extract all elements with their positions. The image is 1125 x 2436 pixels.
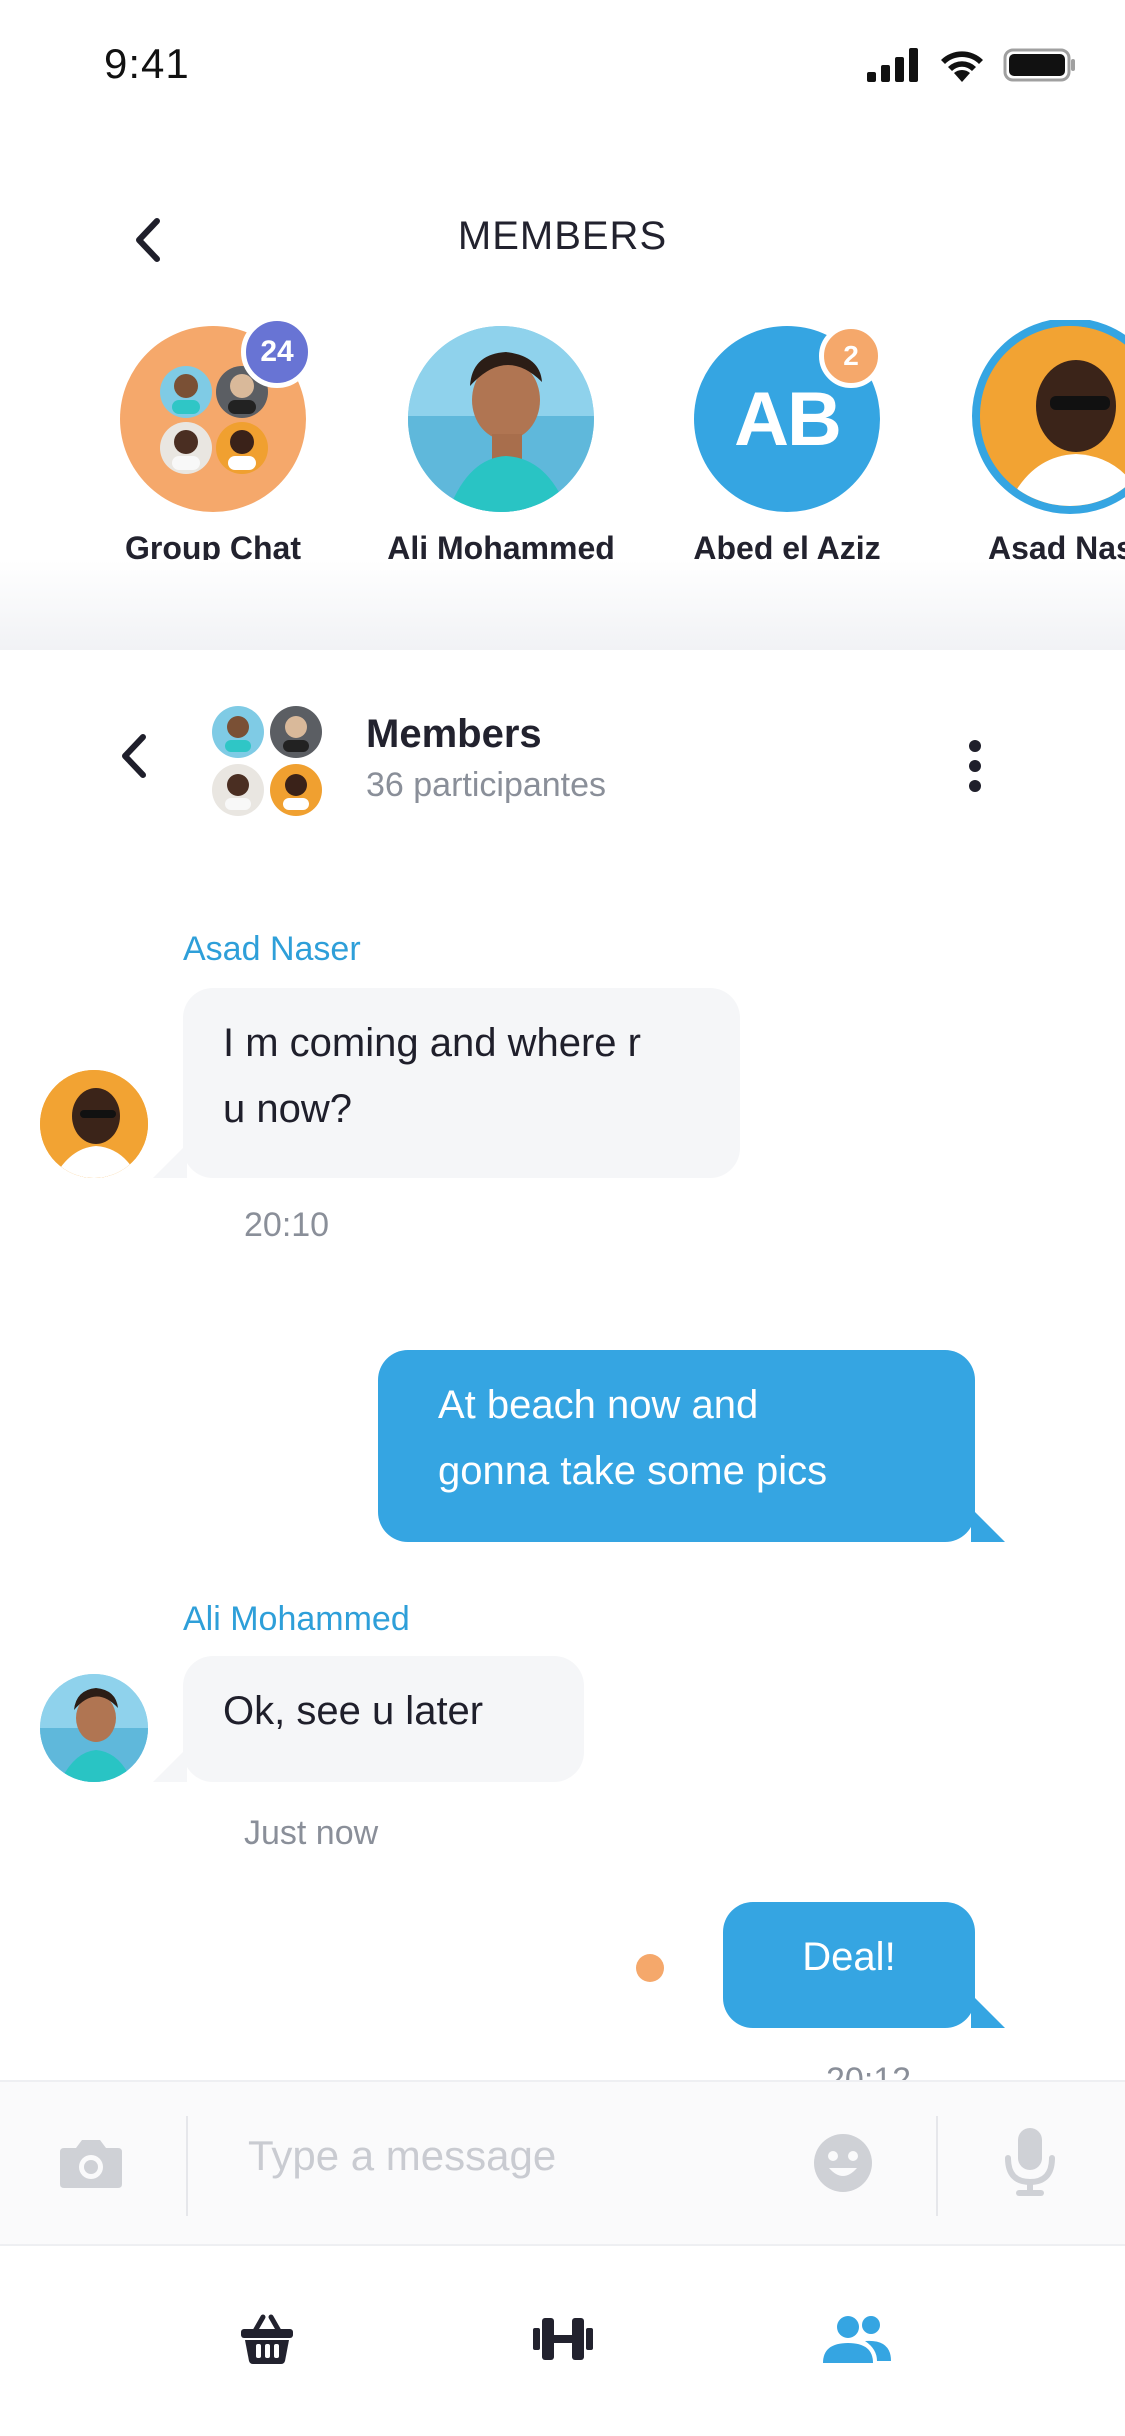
unread-badge: 24 bbox=[241, 320, 313, 388]
message-time: 20:10 bbox=[244, 1206, 330, 1244]
avatar-initials: AB bbox=[734, 376, 842, 462]
battery-icon bbox=[1003, 48, 1075, 82]
chevron-left-icon bbox=[122, 734, 146, 778]
section-divider bbox=[0, 560, 1125, 650]
chat-title: Members bbox=[366, 712, 542, 756]
message-line: gonna take some pics bbox=[438, 1449, 828, 1493]
wifi-icon bbox=[941, 51, 983, 82]
chat-back-button[interactable] bbox=[104, 726, 164, 786]
status-bar: 9:41 bbox=[0, 0, 1125, 132]
people-icon bbox=[823, 2316, 891, 2363]
avatar bbox=[40, 1070, 148, 1178]
status-time: 9:41 bbox=[104, 40, 190, 87]
avatar bbox=[972, 320, 1125, 514]
sender-name: Asad Naser bbox=[183, 930, 361, 968]
camera-icon bbox=[60, 2140, 122, 2188]
separator bbox=[186, 2116, 188, 2216]
page-title: MEMBERS bbox=[457, 214, 668, 258]
unread-badge: 2 bbox=[819, 324, 883, 388]
participant-count: 36 participantes bbox=[366, 766, 607, 804]
avatar bbox=[408, 326, 594, 512]
separator bbox=[936, 2116, 938, 2216]
signal-icon bbox=[867, 48, 918, 82]
members-header: MEMBERS bbox=[0, 190, 1125, 290]
avatar bbox=[40, 1674, 148, 1782]
microphone-icon bbox=[1005, 2128, 1055, 2196]
more-vertical-icon bbox=[969, 740, 981, 792]
sending-indicator bbox=[636, 1954, 664, 1982]
message-input[interactable]: Type a message bbox=[248, 2132, 556, 2180]
tab-shop[interactable] bbox=[222, 2294, 312, 2384]
dumbbell-icon bbox=[533, 2318, 593, 2360]
message-line: I m coming and where r bbox=[223, 1021, 641, 1065]
message-line: At beach now and bbox=[438, 1383, 759, 1427]
tab-workout[interactable] bbox=[518, 2294, 608, 2384]
message-time: 20:12 bbox=[826, 2061, 912, 2080]
tab-community[interactable] bbox=[812, 2294, 902, 2384]
sender-name: Ali Mohammed bbox=[183, 1600, 410, 1638]
group-avatar bbox=[212, 706, 322, 816]
message-bubble: I m coming and where r u now? bbox=[153, 988, 740, 1178]
emoji-button[interactable] bbox=[812, 2132, 876, 2196]
microphone-button[interactable] bbox=[1004, 2126, 1060, 2202]
message-bubble: Deal! bbox=[723, 1902, 1005, 2028]
message-bubble: Ok, see u later bbox=[153, 1656, 584, 1782]
message-text: Deal! bbox=[802, 1935, 896, 1979]
more-options-button[interactable] bbox=[950, 726, 1000, 806]
chat-header: Members 36 participantes bbox=[0, 690, 1125, 830]
basket-icon bbox=[241, 2314, 293, 2364]
message-time: Just now bbox=[244, 1814, 379, 1852]
message-text: Ok, see u later bbox=[223, 1689, 484, 1733]
message-line: u now? bbox=[223, 1087, 352, 1131]
message-composer: Type a message bbox=[0, 2080, 1125, 2244]
status-icons bbox=[867, 48, 1077, 82]
message-bubble: At beach now and gonna take some pics bbox=[378, 1350, 1005, 1542]
tab-bar bbox=[0, 2244, 1125, 2436]
camera-button[interactable] bbox=[58, 2134, 128, 2194]
emoji-icon bbox=[814, 2134, 872, 2192]
